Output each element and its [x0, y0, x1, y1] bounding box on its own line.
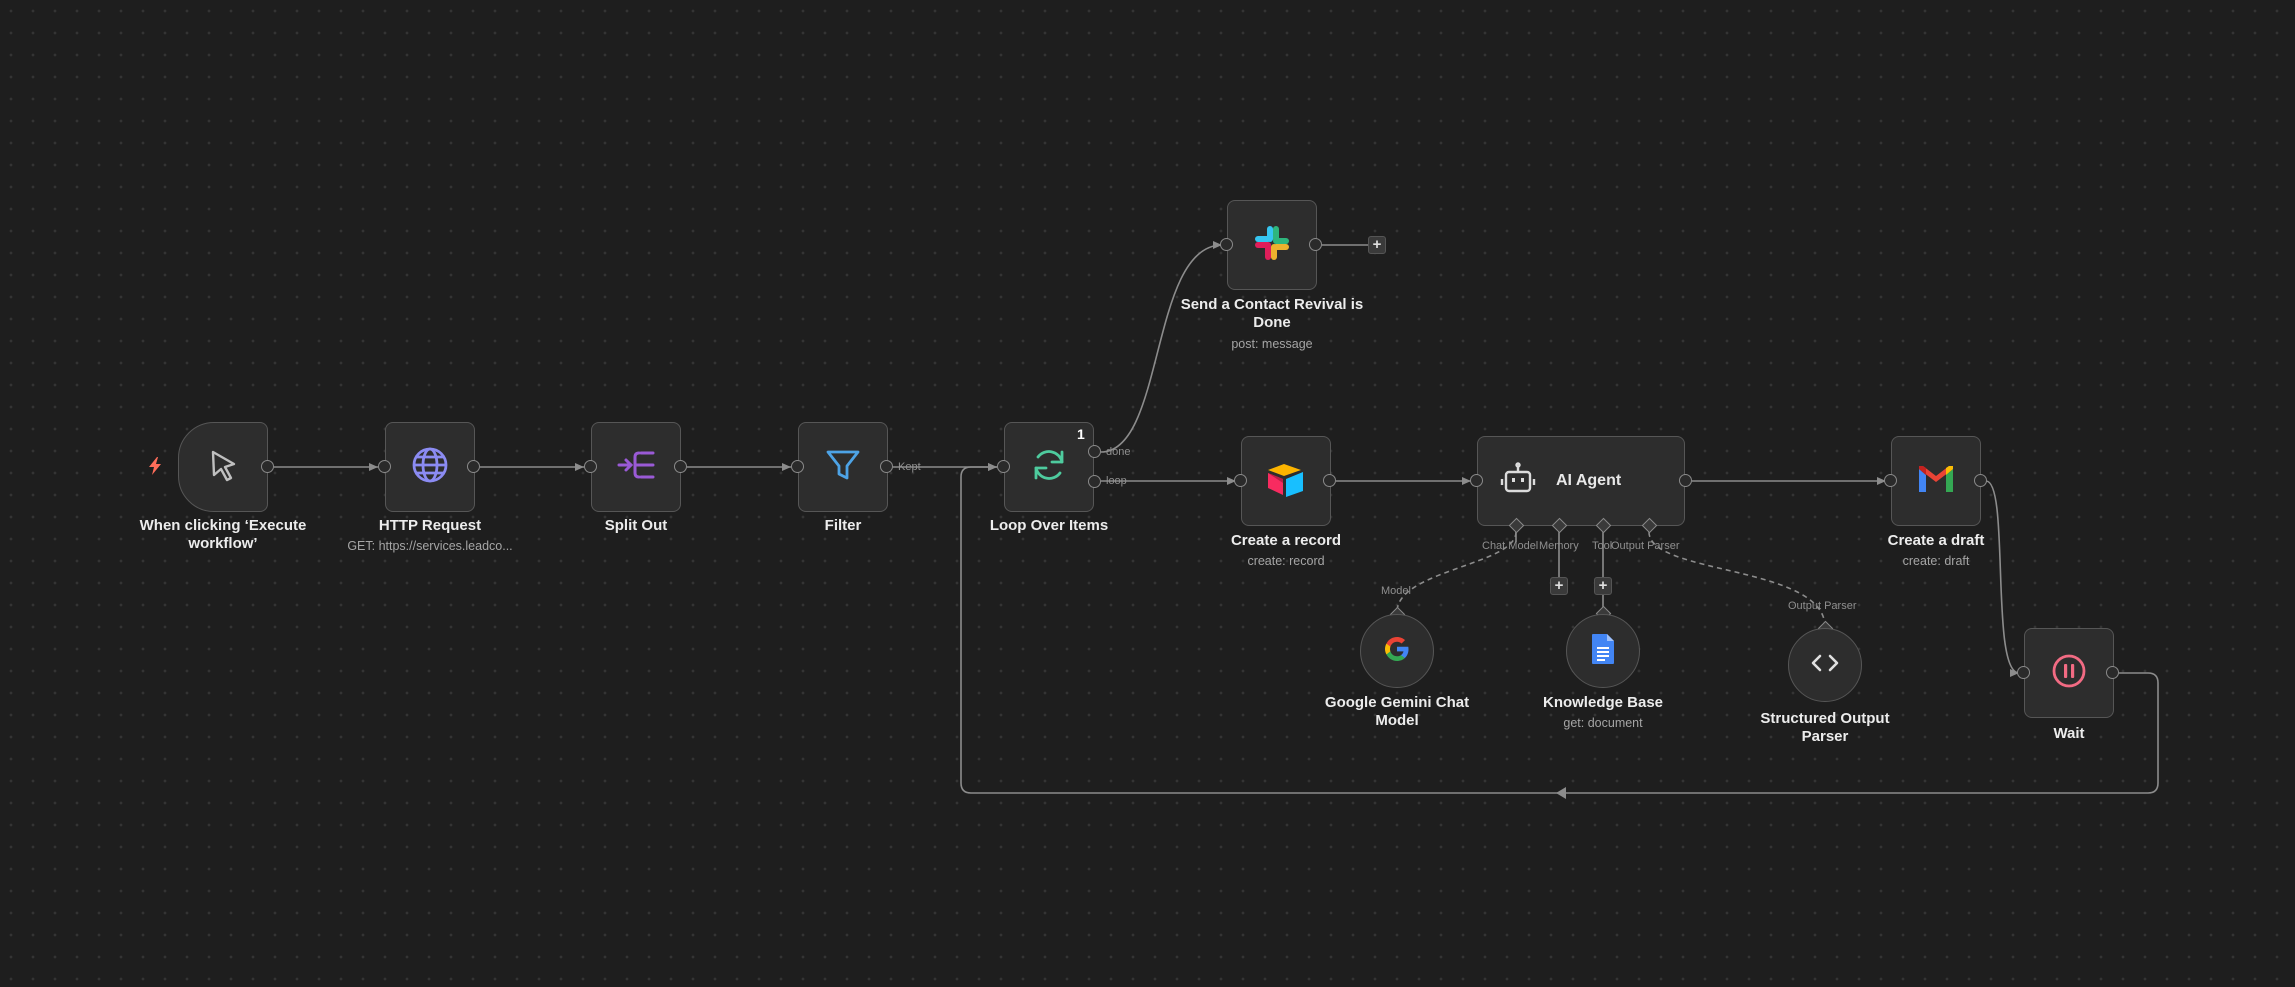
trigger-output-port[interactable] [261, 460, 274, 473]
robot-icon [1500, 461, 1536, 502]
label-output-parser-target: Output Parser [1788, 600, 1857, 612]
label-chat-model-connection: Chat Model [1482, 540, 1539, 552]
split-out-icon [615, 444, 657, 491]
run-count-badge: 1 [1077, 426, 1085, 442]
google-icon [1382, 634, 1412, 669]
node-gmail[interactable] [1891, 436, 1981, 526]
node-filter[interactable] [798, 422, 888, 512]
label-kept-connection: Kept [898, 461, 921, 473]
gmail-icon [1916, 463, 1956, 500]
slack-output-port[interactable] [1309, 238, 1322, 251]
node-http-request[interactable] [385, 422, 475, 512]
loop-loop-port[interactable] [1088, 475, 1101, 488]
wait-input-port[interactable] [2017, 666, 2030, 679]
gmail-input-port[interactable] [1884, 474, 1897, 487]
label-wait: Wait [2053, 725, 2085, 742]
label-knowledge-base: Knowledge Base [1542, 694, 1664, 711]
filter-input-port[interactable] [791, 460, 804, 473]
split-input-port[interactable] [584, 460, 597, 473]
node-google-gemini[interactable] [1360, 614, 1434, 688]
node-airtable[interactable] [1241, 436, 1331, 526]
node-slack[interactable] [1227, 200, 1317, 290]
label-http-request: HTTP Request [378, 517, 482, 534]
label-slack: Send a Contact Revival is Done [1180, 296, 1364, 331]
label-split-out: Split Out [604, 517, 668, 534]
funnel-icon [823, 445, 863, 490]
slack-icon [1252, 223, 1292, 268]
airtable-output-port[interactable] [1323, 474, 1336, 487]
label-loop-connection: loop [1106, 475, 1127, 487]
pause-icon [2050, 652, 2088, 695]
google-docs-icon [1590, 633, 1616, 670]
tool-add-button[interactable]: + [1594, 577, 1612, 595]
gmail-output-port[interactable] [1974, 474, 1987, 487]
code-brackets-icon [1810, 651, 1840, 680]
memory-add-button[interactable]: + [1550, 577, 1568, 595]
label-airtable: Create a record [1230, 532, 1342, 549]
http-output-port[interactable] [467, 460, 480, 473]
label-output-parser-connection: Output Parser [1611, 540, 1680, 552]
wait-output-port[interactable] [2106, 666, 2119, 679]
agent-output-port[interactable] [1679, 474, 1692, 487]
subtitle-knowledge-base: get: document [1563, 716, 1643, 730]
label-loop-over-items: Loop Over Items [989, 517, 1109, 534]
loop-done-port[interactable] [1088, 445, 1101, 458]
label-tool-connection: Tool [1592, 540, 1613, 552]
http-input-port[interactable] [378, 460, 391, 473]
cursor-icon [203, 445, 243, 490]
node-wait[interactable] [2024, 628, 2114, 718]
agent-input-port[interactable] [1470, 474, 1483, 487]
label-done-connection: done [1106, 446, 1131, 458]
loop-input-port[interactable] [997, 460, 1010, 473]
slack-add-node-button[interactable]: + [1368, 236, 1386, 254]
node-structured-output-parser[interactable] [1788, 628, 1862, 702]
trigger-bolt-icon [149, 457, 161, 475]
wire-gmail-wait [1985, 480, 2020, 677]
subtitle-slack: post: message [1231, 337, 1313, 351]
node-ai-agent[interactable]: AI Agent [1477, 436, 1685, 526]
airtable-input-port[interactable] [1234, 474, 1247, 487]
label-structured-output-parser: Structured Output Parser [1760, 710, 1890, 745]
subtitle-http-request: GET: https://services.leadco... [347, 539, 513, 553]
node-manual-trigger[interactable] [178, 422, 268, 512]
workflow-canvas[interactable]: When clicking ‘Execute workflow’ HTTP Re… [0, 0, 2295, 987]
label-memory-connection: Memory [1539, 540, 1579, 552]
label-gmail: Create a draft [1887, 532, 1985, 549]
subtitle-gmail: create: draft [1902, 554, 1970, 568]
globe-icon [409, 444, 451, 491]
airtable-icon [1265, 458, 1307, 505]
refresh-icon [1029, 445, 1069, 490]
label-manual-trigger: When clicking ‘Execute workflow’ [139, 517, 307, 552]
label-model-connection: Model [1381, 585, 1411, 597]
node-knowledge-base[interactable] [1566, 614, 1640, 688]
label-google-gemini: Google Gemini Chat Model [1324, 694, 1470, 729]
subtitle-airtable: create: record [1247, 554, 1325, 568]
node-split-out[interactable] [591, 422, 681, 512]
slack-input-port[interactable] [1220, 238, 1233, 251]
filter-output-port[interactable] [880, 460, 893, 473]
ai-agent-title: AI Agent [1556, 472, 1622, 489]
split-output-port[interactable] [674, 460, 687, 473]
label-filter: Filter [824, 517, 862, 534]
